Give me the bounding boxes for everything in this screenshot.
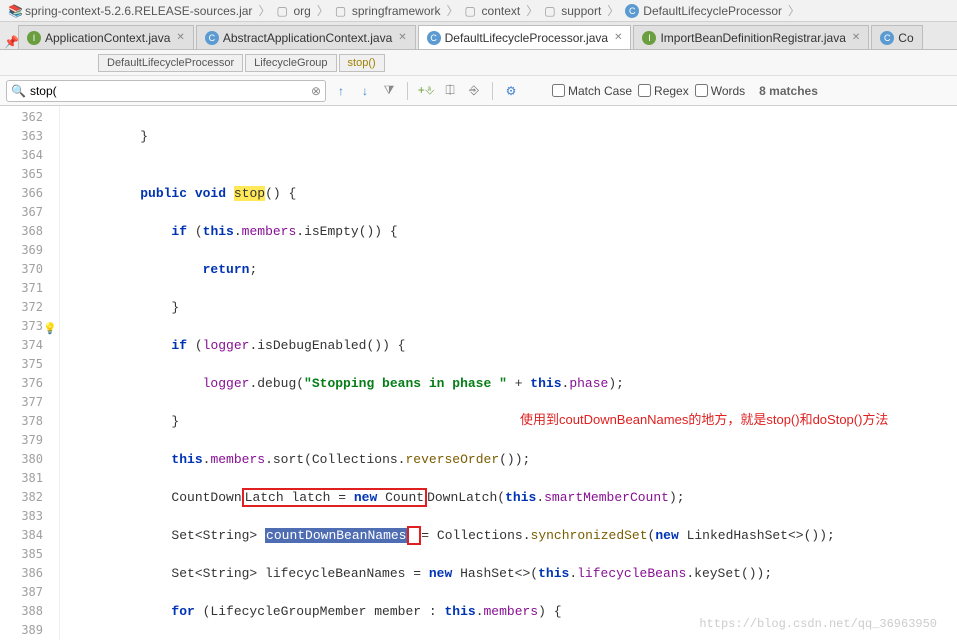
nav-class[interactable]: LifecycleGroup — [245, 54, 336, 72]
tab-file[interactable]: IImportBeanDefinitionRegistrar.java✕ — [633, 25, 869, 49]
search-bar: 🔍 ⊗ ↑ ↓ ⧩ +⎀ ⎅ ⎆ ⚙ Match Case Regex Word… — [0, 76, 957, 106]
select-all-icon[interactable]: ⎅ — [441, 82, 459, 100]
close-icon[interactable]: ✕ — [852, 32, 860, 43]
words-checkbox[interactable]: Words — [695, 84, 745, 98]
tab-label: ApplicationContext.java — [45, 31, 170, 45]
close-icon[interactable]: ✕ — [176, 32, 184, 43]
search-icon: 🔍 — [11, 84, 26, 98]
tab-file[interactable]: IApplicationContext.java✕ — [18, 25, 194, 49]
crumb-pkg[interactable]: ▢support — [540, 4, 605, 18]
crumb-pkg[interactable]: ▢context — [461, 4, 525, 18]
tab-label: AbstractApplicationContext.java — [223, 31, 392, 45]
next-match-button[interactable]: ↓ — [356, 82, 374, 100]
add-selection-icon[interactable]: +⎀ — [417, 82, 435, 100]
annotation-text: 使用到coutDownBeanNames的地方，就是stop()和doStop(… — [520, 410, 888, 429]
search-input-box[interactable]: 🔍 ⊗ — [6, 80, 326, 102]
close-icon[interactable]: ✕ — [398, 32, 406, 43]
remove-selection-icon[interactable]: ⎆ — [465, 82, 483, 100]
close-icon[interactable]: ✕ — [614, 32, 622, 43]
code-editor[interactable]: 362363364365366367368369370371372373💡374… — [0, 106, 957, 640]
structure-nav: DefaultLifecycleProcessor LifecycleGroup… — [0, 50, 957, 76]
pin-icon[interactable]: 📌 — [4, 35, 16, 49]
settings-icon[interactable]: ⚙ — [502, 82, 520, 100]
crumb-pkg[interactable]: ▢springframework — [331, 4, 445, 18]
chevron-right-icon: 〉 — [607, 2, 619, 19]
chevron-right-icon: 〉 — [788, 2, 800, 19]
clear-icon[interactable]: ⊗ — [311, 84, 321, 98]
chevron-right-icon: 〉 — [526, 2, 538, 19]
search-input[interactable] — [26, 84, 311, 98]
prev-match-button[interactable]: ↑ — [332, 82, 350, 100]
crumb-jar[interactable]: 📚spring-context-5.2.6.RELEASE-sources.ja… — [4, 4, 256, 18]
match-case-checkbox[interactable]: Match Case — [552, 84, 632, 98]
line-gutter: 362363364365366367368369370371372373💡374… — [0, 106, 60, 640]
tab-file-active[interactable]: CDefaultLifecycleProcessor.java✕ — [418, 25, 632, 49]
nav-method[interactable]: stop() — [339, 54, 385, 72]
tab-label: ImportBeanDefinitionRegistrar.java — [660, 31, 845, 45]
editor-tabs: 📌 IApplicationContext.java✕ CAbstractApp… — [0, 22, 957, 50]
crumb-class[interactable]: CDefaultLifecycleProcessor — [621, 4, 786, 18]
tab-file[interactable]: CCo — [871, 25, 922, 49]
code-area[interactable]: } public void stop() { if (this.members.… — [60, 106, 957, 640]
chevron-right-icon: 〉 — [258, 2, 270, 19]
breadcrumb-bar: 📚spring-context-5.2.6.RELEASE-sources.ja… — [0, 0, 957, 22]
filter-icon[interactable]: ⧩ — [380, 82, 398, 100]
chevron-right-icon: 〉 — [447, 2, 459, 19]
tab-file[interactable]: CAbstractApplicationContext.java✕ — [196, 25, 416, 49]
tab-label: Co — [898, 31, 913, 45]
regex-checkbox[interactable]: Regex — [638, 84, 689, 98]
chevron-right-icon: 〉 — [317, 2, 329, 19]
match-count: 8 matches — [759, 84, 818, 98]
separator — [407, 82, 408, 100]
tab-label: DefaultLifecycleProcessor.java — [445, 31, 608, 45]
watermark: https://blog.csdn.net/qq_36963950 — [699, 615, 937, 634]
separator — [492, 82, 493, 100]
nav-class[interactable]: DefaultLifecycleProcessor — [98, 54, 243, 72]
crumb-pkg[interactable]: ▢org — [272, 4, 314, 18]
